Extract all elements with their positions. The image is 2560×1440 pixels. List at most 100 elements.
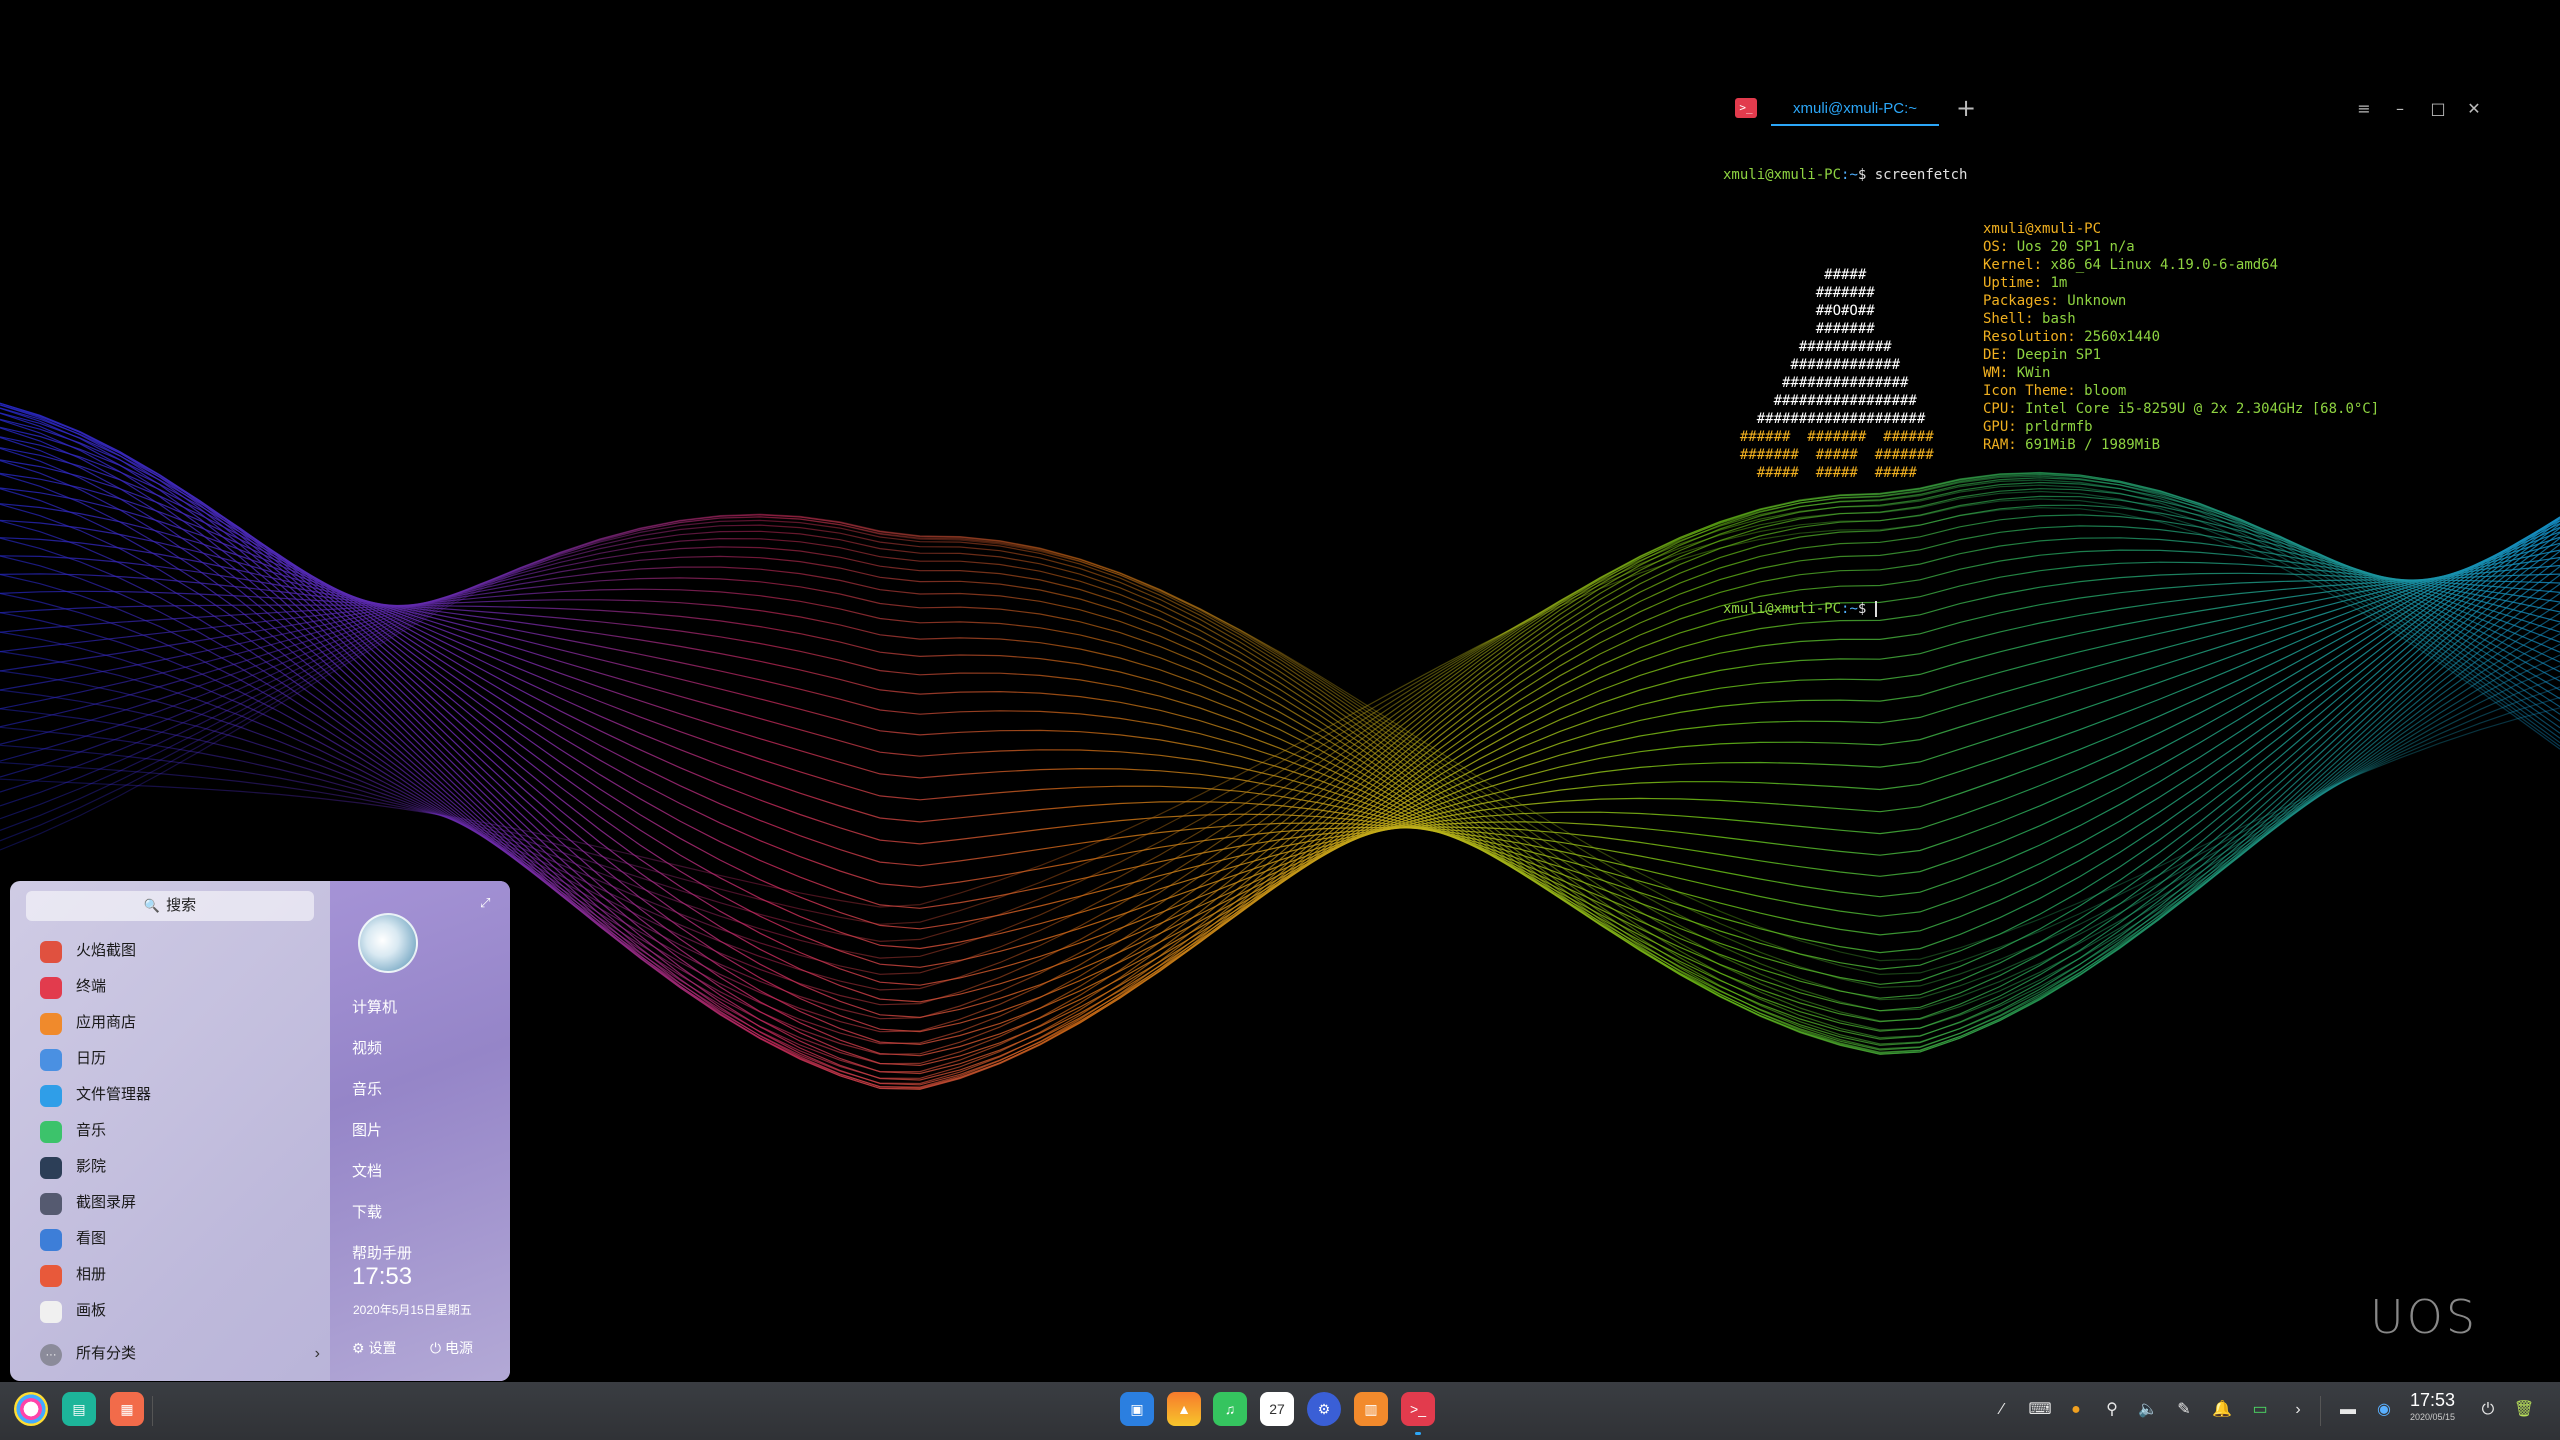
terminal-window[interactable]: >_ xmuli@xmuli-PC:~ + ≡ – □ ✕ xmuli@xmul…	[1715, 86, 2505, 617]
info-line: CPU: Intel Core i5-8259U @ 2x 2.304GHz […	[1983, 401, 2380, 417]
minimize-button[interactable]: –	[2387, 96, 2413, 122]
album-icon	[40, 1265, 62, 1287]
place-item[interactable]: 下载	[352, 1192, 502, 1233]
app-label: 音乐	[76, 1122, 107, 1139]
pen-icon[interactable]: ⁄	[1990, 1398, 2014, 1422]
volume-icon[interactable]: 🔈	[2136, 1398, 2160, 1422]
close-button[interactable]: ✕	[2461, 96, 2487, 122]
list-item[interactable]: 火焰截图	[30, 933, 320, 969]
list-item[interactable]: 文件管理器	[30, 1077, 320, 1113]
app-store-icon	[40, 1013, 62, 1035]
show-desktop-icon[interactable]: ▦	[110, 1392, 144, 1426]
distro-logo: ##### ####### ##O#O## ####### ##########…	[1723, 266, 1934, 482]
menu-button[interactable]: ≡	[2351, 96, 2377, 122]
place-item[interactable]: 文档	[352, 1151, 502, 1192]
info-line: Packages: Unknown	[1983, 293, 2127, 309]
movie-icon	[40, 1157, 62, 1179]
info-line: WM: KWin	[1983, 365, 2051, 381]
all-categories-label: 所有分类	[76, 1345, 137, 1362]
place-item[interactable]: 图片	[352, 1110, 502, 1151]
prompt-line-2: xmuli@xmuli-PC:~$	[1723, 600, 2503, 618]
usb-icon[interactable]: ⚲	[2100, 1398, 2124, 1422]
browser-icon[interactable]: ◉	[2372, 1398, 2396, 1422]
terminal-titlebar[interactable]: >_ xmuli@xmuli-PC:~ + ≡ – □ ✕	[1715, 86, 2505, 132]
terminal-tab[interactable]: xmuli@xmuli-PC:~	[1771, 94, 1939, 126]
terminal-icon[interactable]: >_	[1401, 1392, 1435, 1426]
logo-line: #################	[1723, 393, 1917, 409]
list-item[interactable]: 终端	[30, 969, 320, 1005]
system-info: xmuli@xmuli-PC OS: Uos 20 SP1 n/a Kernel: …	[1983, 220, 2379, 454]
avatar[interactable]	[358, 913, 418, 973]
message-icon[interactable]: ▬	[2336, 1398, 2360, 1422]
terminal-icon: >_	[1735, 98, 1757, 118]
search-icon: 🔍	[143, 898, 161, 913]
draw-icon	[40, 1301, 62, 1323]
list-item[interactable]: 日历	[30, 1041, 320, 1077]
gear-icon: ⚙	[352, 1340, 365, 1356]
new-tab-button[interactable]: +	[1951, 94, 1981, 124]
list-item[interactable]: 应用商店	[30, 1005, 320, 1041]
uos-watermark: UOS	[2370, 1290, 2479, 1344]
all-categories-button[interactable]: ··· 所有分类 ›	[30, 1336, 320, 1372]
terminal-active-indicator	[1415, 1432, 1421, 1435]
chevron-right-icon[interactable]: ›	[2286, 1398, 2310, 1422]
logo-line: ##O#O##	[1723, 303, 1875, 319]
prompt-line: xmuli@xmuli-PC:~$ screenfetch	[1723, 167, 1968, 183]
power-icon[interactable]: ⏻	[2476, 1398, 2500, 1422]
place-item[interactable]: 计算机	[352, 987, 502, 1028]
app-label: 画板	[76, 1302, 107, 1319]
trash-icon[interactable]: 🗑	[2512, 1398, 2536, 1422]
logo-line: #######	[1723, 285, 1875, 301]
list-item[interactable]: 相册	[30, 1257, 320, 1293]
multitask-view-icon[interactable]: ▤	[62, 1392, 96, 1426]
dock-date[interactable]: 2020/05/15	[2410, 1412, 2455, 1422]
app-list: 火焰截图终端 应用商店日历文件管理器音乐影院截图录屏看图相册画板	[30, 933, 320, 1329]
power-button[interactable]: ⏻ 电源	[430, 1336, 473, 1360]
place-item[interactable]: 音乐	[352, 1069, 502, 1110]
list-item[interactable]: 截图录屏	[30, 1185, 320, 1221]
logo-line: ####### ##### #######	[1723, 447, 1934, 463]
list-item[interactable]: 看图	[30, 1221, 320, 1257]
file-manager-icon[interactable]: ▣	[1120, 1392, 1154, 1426]
settings-button[interactable]: ⚙ 设置	[352, 1336, 396, 1360]
logo-line: ###### ####### ######	[1723, 429, 1934, 445]
start-menu[interactable]: 🔍 搜索 火焰截图 终端 应用商店 日历 文件管理器 音乐 影院 截图录屏 看图 相册 画板 ··· …	[10, 881, 510, 1381]
info-line: Shell: bash	[1983, 311, 2076, 327]
update-icon[interactable]: ●	[2064, 1398, 2088, 1422]
calendar-icon[interactable]: 27	[1260, 1392, 1294, 1426]
flameshot-icon	[40, 941, 62, 963]
search-input[interactable]: 🔍 搜索	[26, 891, 314, 921]
terminal-output[interactable]: xmuli@xmuli-PC:~$ screenfetch ##### ####…	[1723, 130, 2503, 654]
info-line: RAM: 691MiB / 1989MiB	[1983, 437, 2161, 453]
info-line: Icon Theme: bloom	[1983, 383, 2127, 399]
launcher-icon[interactable]	[14, 1392, 48, 1426]
app-label: 影院	[76, 1158, 107, 1175]
more-icon: ···	[40, 1344, 62, 1366]
list-item[interactable]: 音乐	[30, 1113, 320, 1149]
app-store-icon[interactable]: ▥	[1354, 1392, 1388, 1426]
logo-line: ###############	[1723, 375, 1909, 391]
dock-clock[interactable]: 17:53	[2410, 1390, 2455, 1410]
list-item[interactable]: 画板	[30, 1293, 320, 1329]
battery-icon[interactable]: ▭	[2248, 1398, 2272, 1422]
app-label: 看图	[76, 1230, 107, 1247]
info-line: Kernel: x86_64 Linux 4.19.0-6-amd64	[1983, 257, 2279, 273]
app-label: 日历	[76, 1050, 107, 1067]
music-icon[interactable]: ♫	[1213, 1392, 1247, 1426]
settings-icon[interactable]: ⚙	[1307, 1392, 1341, 1426]
image-viewer-icon	[40, 1229, 62, 1251]
command-text: screenfetch	[1874, 167, 1968, 183]
screen-capture-icon	[40, 1193, 62, 1215]
notification-icon[interactable]: 🔔	[2210, 1398, 2234, 1422]
fullscreen-icon[interactable]: ⤢	[480, 895, 496, 911]
keyboard-icon[interactable]: ⌨	[2028, 1398, 2052, 1422]
maximize-button[interactable]: □	[2425, 96, 2451, 122]
screenshot-icon[interactable]: ✎	[2172, 1398, 2196, 1422]
album-icon[interactable]: ▲	[1167, 1392, 1201, 1426]
app-label: 相册	[76, 1266, 107, 1283]
info-line: Resolution: 2560x1440	[1983, 329, 2161, 345]
list-item[interactable]: 影院	[30, 1149, 320, 1185]
power-icon: ⏻	[430, 1340, 442, 1356]
app-label: 火焰截图	[76, 942, 137, 959]
place-item[interactable]: 视频	[352, 1028, 502, 1069]
